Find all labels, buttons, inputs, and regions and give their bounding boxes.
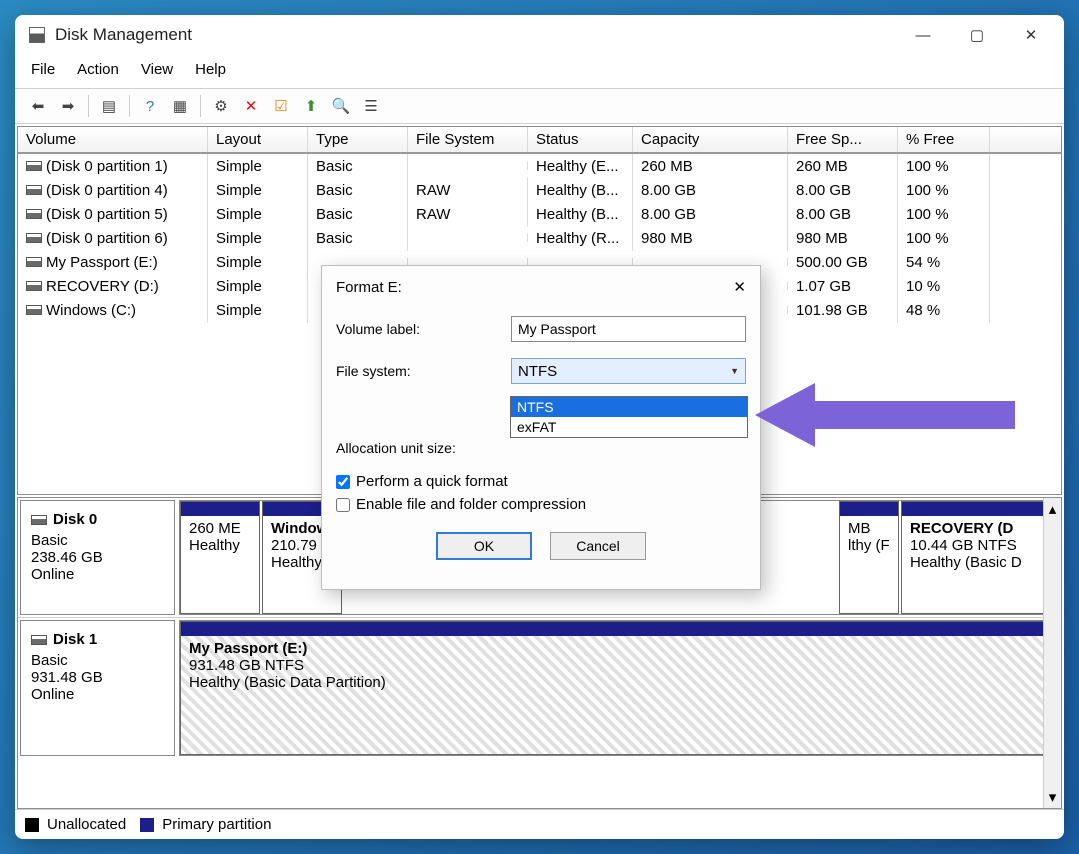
- col-layout[interactable]: Layout: [208, 127, 308, 152]
- scroll-down-icon[interactable]: ▾: [1049, 788, 1057, 806]
- volume-icon: [26, 233, 42, 243]
- col-pctfree[interactable]: % Free: [898, 127, 990, 152]
- annotation-arrow: [755, 375, 1015, 459]
- refresh-icon[interactable]: ▦: [167, 93, 193, 119]
- volume-label-input[interactable]: [511, 316, 746, 342]
- volume-icon: [26, 209, 42, 219]
- dialog-close-icon[interactable]: ✕: [733, 278, 746, 296]
- up-icon[interactable]: ⬆: [298, 93, 324, 119]
- filesystem-dropdown: NTFS exFAT: [510, 396, 748, 438]
- disk0-header[interactable]: Disk 0 Basic 238.46 GB Online: [20, 500, 175, 615]
- maximize-button[interactable]: ▢: [968, 26, 986, 44]
- volume-icon: [26, 161, 42, 171]
- compression-checkbox[interactable]: [336, 498, 350, 512]
- disk0-part1[interactable]: 260 MEHealthy: [180, 501, 260, 614]
- dialog-title: Format E:: [336, 279, 402, 296]
- dropdown-option-exfat[interactable]: exFAT: [511, 417, 747, 437]
- col-capacity[interactable]: Capacity: [633, 127, 788, 152]
- disk-scrollbar[interactable]: ▴▾: [1043, 498, 1061, 808]
- disk0-part4[interactable]: MBlthy (F: [839, 501, 899, 614]
- legend: Unallocated Primary partition: [15, 809, 1064, 839]
- forward-icon[interactable]: ➡: [55, 93, 81, 119]
- disk1-row: Disk 1 Basic 931.48 GB Online My Passpor…: [18, 618, 1061, 758]
- col-filesystem[interactable]: File System: [408, 127, 528, 152]
- quick-format-checkbox[interactable]: [336, 475, 350, 489]
- disk-icon: [31, 635, 47, 645]
- legend-unallocated-swatch: [25, 818, 39, 832]
- compression-label: Enable file and folder compression: [356, 496, 586, 513]
- menu-help[interactable]: Help: [195, 61, 226, 78]
- legend-unallocated-label: Unallocated: [47, 816, 126, 833]
- back-icon[interactable]: ⬅: [25, 93, 51, 119]
- volume-icon: [26, 185, 42, 195]
- table-row[interactable]: (Disk 0 partition 1)SimpleBasicHealthy (…: [18, 154, 1061, 178]
- search-icon[interactable]: 🔍: [328, 93, 354, 119]
- disk-icon: [31, 515, 47, 525]
- list-icon[interactable]: ▤: [96, 93, 122, 119]
- scroll-up-icon[interactable]: ▴: [1049, 500, 1057, 518]
- close-button[interactable]: ✕: [1022, 26, 1040, 44]
- table-header: Volume Layout Type File System Status Ca…: [18, 127, 1061, 154]
- app-icon: [29, 27, 45, 43]
- table-row[interactable]: (Disk 0 partition 6)SimpleBasicHealthy (…: [18, 226, 1061, 250]
- volume-icon: [26, 257, 42, 267]
- table-row[interactable]: (Disk 0 partition 4)SimpleBasicRAWHealth…: [18, 178, 1061, 202]
- window-title: Disk Management: [55, 25, 192, 45]
- filesystem-combobox[interactable]: NTFS ▼: [511, 358, 746, 384]
- filesystem-value: NTFS: [518, 363, 557, 380]
- col-type[interactable]: Type: [308, 127, 408, 152]
- disk1-part1[interactable]: My Passport (E:)931.48 GB NTFSHealthy (B…: [180, 621, 1056, 755]
- menu-view[interactable]: View: [141, 61, 173, 78]
- col-status[interactable]: Status: [528, 127, 633, 152]
- disk1-partitions: My Passport (E:)931.48 GB NTFSHealthy (B…: [179, 620, 1059, 756]
- volume-icon: [26, 281, 42, 291]
- properties-icon[interactable]: ☰: [358, 93, 384, 119]
- volume-icon: [26, 305, 42, 315]
- volume-label-text: Volume label:: [336, 321, 511, 337]
- check-icon[interactable]: ☑: [268, 93, 294, 119]
- ok-button[interactable]: OK: [436, 532, 532, 560]
- menu-bar: File Action View Help: [15, 55, 1064, 88]
- minimize-button[interactable]: —: [914, 26, 932, 44]
- menu-action[interactable]: Action: [77, 61, 119, 78]
- disk0-part5[interactable]: RECOVERY (D10.44 GB NTFSHealthy (Basic D: [901, 501, 1056, 614]
- toolbar: ⬅ ➡ ▤ ? ▦ ⚙ ✕ ☑ ⬆ 🔍 ☰: [15, 88, 1064, 124]
- settings-icon[interactable]: ⚙: [208, 93, 234, 119]
- delete-icon[interactable]: ✕: [238, 93, 264, 119]
- disk1-header[interactable]: Disk 1 Basic 931.48 GB Online: [20, 620, 175, 756]
- col-volume[interactable]: Volume: [18, 127, 208, 152]
- help-icon[interactable]: ?: [137, 93, 163, 119]
- legend-primary-label: Primary partition: [162, 816, 271, 833]
- menu-file[interactable]: File: [31, 61, 55, 78]
- col-free[interactable]: Free Sp...: [788, 127, 898, 152]
- chevron-down-icon: ▼: [730, 366, 739, 376]
- dropdown-option-ntfs[interactable]: NTFS: [511, 397, 747, 417]
- titlebar: Disk Management — ▢ ✕: [15, 15, 1064, 55]
- format-dialog: Format E: ✕ Volume label: File system: N…: [321, 265, 761, 590]
- table-row[interactable]: (Disk 0 partition 5)SimpleBasicRAWHealth…: [18, 202, 1061, 226]
- allocation-label: Allocation unit size:: [336, 440, 511, 456]
- quick-format-label: Perform a quick format: [356, 473, 508, 490]
- cancel-button[interactable]: Cancel: [550, 532, 646, 560]
- legend-primary-swatch: [140, 818, 154, 832]
- filesystem-label: File system:: [336, 363, 511, 379]
